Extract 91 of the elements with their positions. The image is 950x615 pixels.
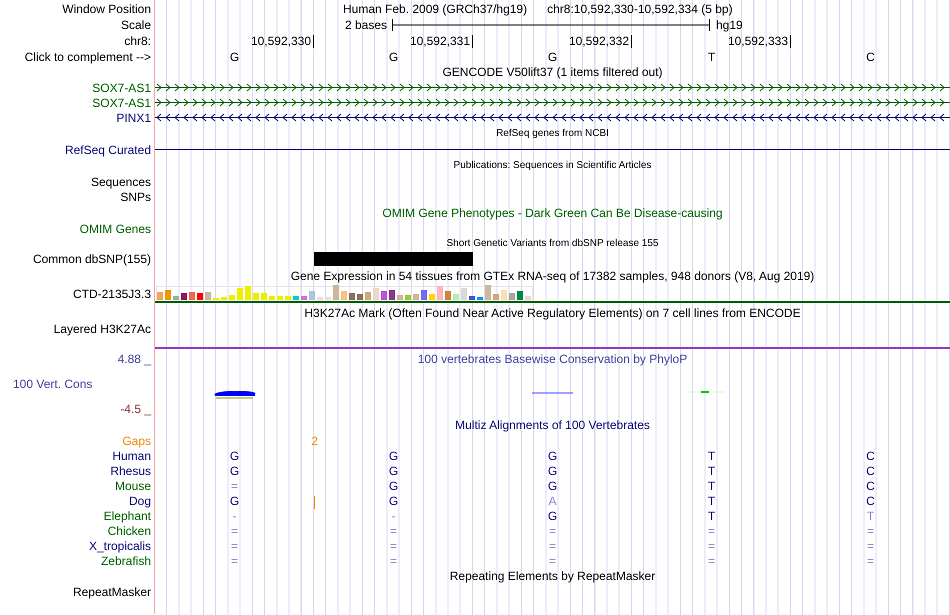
species-label: Rhesus <box>110 464 151 476</box>
aligned-base: = <box>230 480 238 492</box>
aligned-base: = <box>548 540 556 552</box>
gap-count: 2 <box>311 434 318 446</box>
aligned-base: G <box>388 494 398 506</box>
gene-label: SOX7-AS1 <box>92 96 151 108</box>
gene-label: PINX1 <box>116 112 151 124</box>
track-title: GENCODE V50lift37 (1 items filtered out) <box>442 66 663 78</box>
base-letter: G <box>388 50 398 62</box>
track-label: Window Position <box>62 2 151 14</box>
track-title: Repeating Elements by RepeatMasker <box>450 570 656 582</box>
track-title: 100 vertebrates Basewise Conservation by PhyloP <box>418 353 688 365</box>
aligned-base: - <box>392 510 396 522</box>
aligned-base: G <box>548 464 558 476</box>
aligned-base: T <box>708 450 716 462</box>
axis-max-label: 4.88 _ <box>118 353 151 365</box>
aligned-base: = <box>230 524 238 536</box>
aligned-base: T <box>708 480 716 492</box>
species-label: Chicken <box>108 524 151 536</box>
track-title: Gene Expression in 54 tissues from GTEx RNA-seq of 17382 samples, 948 donors (V8, Aug 2019) <box>290 270 814 282</box>
species-label: Dog <box>128 494 151 506</box>
aligned-base: G <box>230 464 240 476</box>
base-letter: C <box>866 50 875 62</box>
aligned-base: G <box>548 450 558 462</box>
species-label: Elephant <box>104 510 151 522</box>
aligned-base: - <box>232 510 236 522</box>
aligned-base: T <box>866 510 874 522</box>
track-label: RepeatMasker <box>72 586 151 598</box>
aligned-base: = <box>548 524 556 536</box>
track-label: Scale <box>120 19 151 31</box>
track-label: RefSeq Curated <box>64 144 151 156</box>
aligned-base: = <box>230 540 238 552</box>
track-label: SNPs <box>120 190 151 202</box>
base-letter: G <box>548 50 558 62</box>
species-label: Zebrafish <box>100 554 151 566</box>
track-label: 100 Vert. Cons <box>13 378 92 390</box>
aligned-base: = <box>230 554 238 566</box>
aligned-base: = <box>866 540 874 552</box>
species-label: Human <box>112 450 151 462</box>
aligned-base: C <box>866 450 875 462</box>
position-label: 10,592,330 <box>250 34 314 48</box>
species-label: X_tropicalis <box>88 540 151 552</box>
axis-min-label: -4.5 _ <box>120 402 151 414</box>
position-label: 10,592,333 <box>728 34 791 48</box>
aligned-base: G <box>548 480 558 492</box>
location-text: chr8:10,592,330-10,592,334 (5 bp) <box>547 2 733 14</box>
aligned-base: = <box>708 540 715 552</box>
aligned-base: T <box>708 510 716 522</box>
track-title: Multiz Alignments of 100 Vertebrates <box>455 418 650 430</box>
aligned-base: G <box>388 464 398 476</box>
track-label: Sequences <box>90 176 151 188</box>
aligned-base: = <box>390 554 397 566</box>
aligned-base: = <box>390 540 397 552</box>
species-label: Mouse <box>114 480 151 492</box>
aligned-base: = <box>866 554 874 566</box>
gene-label: SOX7-AS1 <box>92 82 151 94</box>
aligned-base: G <box>230 494 240 506</box>
track-title: Short Genetic Variants from dbSNP release 155 <box>446 238 658 248</box>
aligned-base: G <box>388 450 398 462</box>
aligned-base: C <box>866 480 875 492</box>
position-label: 10,592,332 <box>568 34 632 48</box>
position-label: 10,592,331 <box>410 34 473 48</box>
aligned-base: = <box>866 524 874 536</box>
aligned-base: G <box>388 480 398 492</box>
track-title: RefSeq genes from NCBI <box>496 128 609 138</box>
base-letter: T <box>708 50 716 62</box>
aligned-base: C <box>866 494 875 506</box>
scale-text: 2 bases <box>344 19 387 31</box>
aligned-base: C <box>866 464 875 476</box>
aligned-base: = <box>708 554 715 566</box>
track-label: Layered H3K27Ac <box>54 323 151 335</box>
assembly-title: Human Feb. 2009 (GRCh37/hg19) <box>343 2 528 14</box>
aligned-base: = <box>548 554 556 566</box>
aligned-base: = <box>390 524 397 536</box>
track-title: OMIM Gene Phenotypes - Dark Green Can Be Disease-causing <box>382 206 723 218</box>
track-label: CTD-2135J3.3 <box>72 288 151 300</box>
track-label: Common dbSNP(155) <box>32 253 151 265</box>
complement-link[interactable]: Click to complement --> <box>24 50 151 62</box>
track-label: chr8: <box>124 35 151 47</box>
aligned-base: G <box>230 450 240 462</box>
track-title: Publications: Sequences in Scientific Articles <box>454 160 652 170</box>
aligned-base: G <box>548 510 558 522</box>
track-label: OMIM Genes <box>80 222 151 234</box>
aligned-base: T <box>708 464 716 476</box>
track-label: Gaps <box>122 434 151 446</box>
aligned-base: T <box>708 494 716 506</box>
base-letter: G <box>230 50 240 62</box>
aligned-base: A <box>548 494 556 506</box>
aligned-base: = <box>708 524 715 536</box>
scale-assembly: hg19 <box>715 19 743 31</box>
track-title: H3K27Ac Mark (Often Found Near Active Regulatory Elements) on 7 cell lines from ENCODE <box>304 306 801 318</box>
